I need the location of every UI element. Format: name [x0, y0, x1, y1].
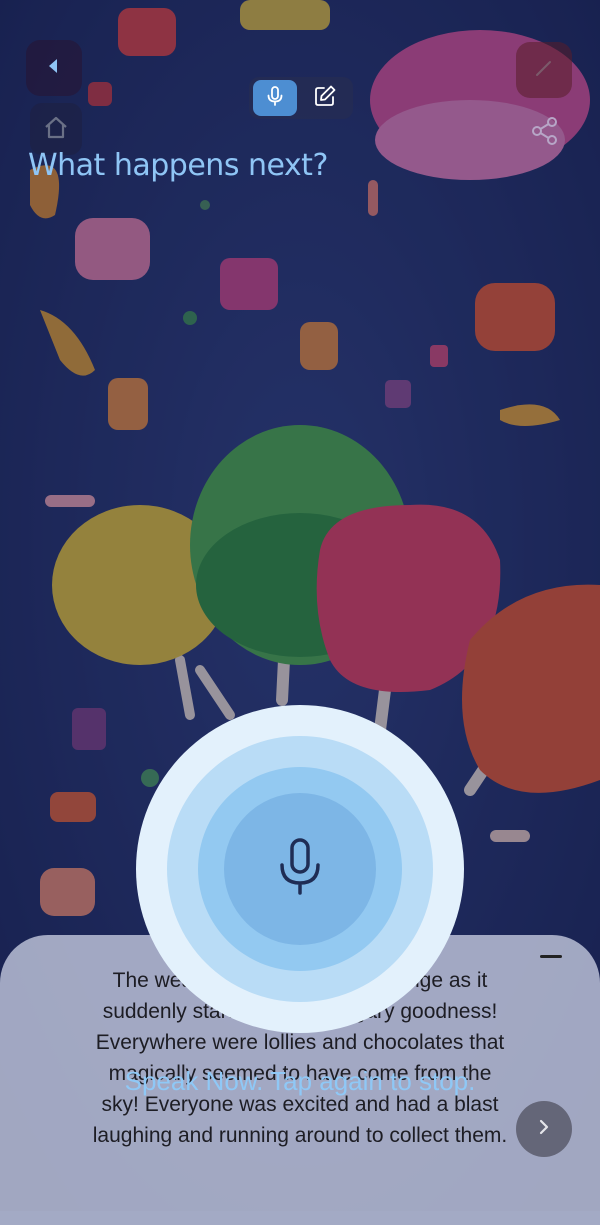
chevron-right-icon [536, 1119, 552, 1139]
pencil-icon [312, 83, 338, 113]
mic-core [224, 793, 376, 945]
share-icon [530, 116, 560, 150]
microphone-icon [263, 84, 287, 112]
text-mode-button[interactable] [303, 80, 347, 116]
microphone-icon [275, 837, 325, 901]
story-prompt: What happens next? [28, 148, 328, 183]
back-button[interactable] [26, 40, 82, 96]
input-mode-toggle [249, 77, 353, 119]
back-arrow-icon [44, 56, 64, 80]
pencil-icon [533, 57, 555, 83]
edit-button[interactable] [516, 42, 572, 98]
recording-status-text: Speak Now. Tap again to stop. [124, 1066, 476, 1096]
voice-mode-button[interactable] [253, 80, 297, 116]
record-button[interactable] [136, 705, 464, 1033]
collapse-handle[interactable] [540, 955, 562, 958]
home-icon [41, 112, 71, 146]
next-button[interactable] [516, 1101, 572, 1157]
share-button[interactable] [528, 116, 562, 150]
